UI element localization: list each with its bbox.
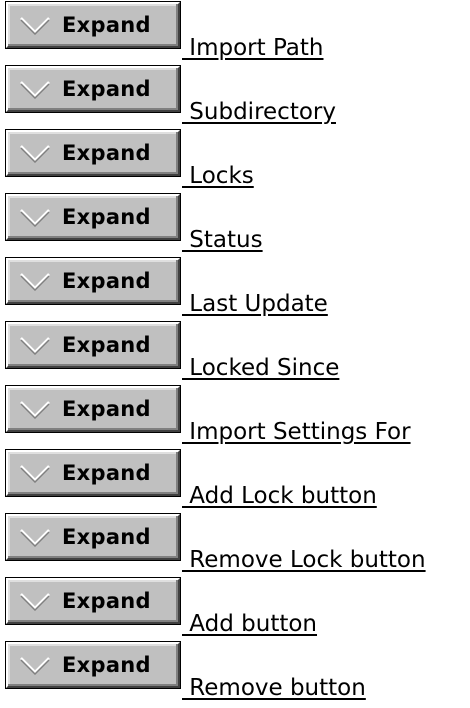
item-link[interactable]: Add button bbox=[182, 611, 317, 637]
chevron-down-icon bbox=[20, 209, 50, 227]
expand-button-label: Expand bbox=[62, 525, 151, 549]
expand-button[interactable]: Expand bbox=[5, 321, 181, 369]
item-link[interactable]: Subdirectory bbox=[182, 99, 336, 125]
list-item: Expand Subdirectory bbox=[5, 65, 468, 130]
chevron-down-icon bbox=[20, 401, 50, 419]
item-link[interactable]: Remove Lock button bbox=[182, 547, 425, 573]
expand-button-label: Expand bbox=[62, 397, 151, 421]
chevron-down-icon bbox=[20, 81, 50, 99]
item-link[interactable]: Remove button bbox=[182, 675, 366, 701]
list-item: Expand Last Update bbox=[5, 257, 468, 322]
chevron-down-icon bbox=[20, 529, 50, 547]
chevron-down-icon bbox=[20, 17, 50, 35]
item-link[interactable]: Status bbox=[182, 227, 262, 253]
list-item: Expand Locked Since bbox=[5, 321, 468, 386]
list-item: Expand Add Lock button bbox=[5, 449, 468, 514]
expand-button[interactable]: Expand bbox=[5, 129, 181, 177]
item-link[interactable]: Add Lock button bbox=[182, 483, 376, 509]
expand-button[interactable]: Expand bbox=[5, 385, 181, 433]
chevron-down-icon bbox=[20, 465, 50, 483]
chevron-down-icon bbox=[20, 145, 50, 163]
item-link[interactable]: Locked Since bbox=[182, 355, 339, 381]
expand-button-label: Expand bbox=[62, 653, 151, 677]
list-item: Expand Remove button bbox=[5, 641, 468, 706]
expand-button-label: Expand bbox=[62, 77, 151, 101]
expand-button-label: Expand bbox=[62, 333, 151, 357]
expand-button[interactable]: Expand bbox=[5, 193, 181, 241]
item-link[interactable]: Last Update bbox=[182, 291, 328, 317]
expand-button-label: Expand bbox=[62, 13, 151, 37]
expand-button-label: Expand bbox=[62, 589, 151, 613]
expand-button[interactable]: Expand bbox=[5, 449, 181, 497]
expand-button[interactable]: Expand bbox=[5, 577, 181, 625]
expand-button[interactable]: Expand bbox=[5, 641, 181, 689]
item-link[interactable]: Import Path bbox=[182, 35, 323, 61]
chevron-down-icon bbox=[20, 337, 50, 355]
expand-button[interactable]: Expand bbox=[5, 257, 181, 305]
expand-button[interactable]: Expand bbox=[5, 1, 181, 49]
expand-button[interactable]: Expand bbox=[5, 513, 181, 561]
expand-button-label: Expand bbox=[62, 269, 151, 293]
chevron-down-icon bbox=[20, 593, 50, 611]
list-item: Expand Import Settings For bbox=[5, 385, 468, 450]
chevron-down-icon bbox=[20, 273, 50, 291]
expand-button-label: Expand bbox=[62, 205, 151, 229]
expand-button-label: Expand bbox=[62, 141, 151, 165]
list-item: Expand Locks bbox=[5, 129, 468, 194]
list-item: Expand Status bbox=[5, 193, 468, 258]
chevron-down-icon bbox=[20, 657, 50, 675]
list-item: Expand Import Path bbox=[5, 1, 468, 66]
expand-button-label: Expand bbox=[62, 461, 151, 485]
item-link[interactable]: Locks bbox=[182, 163, 253, 189]
list-item: Expand Remove Lock button bbox=[5, 513, 468, 578]
item-link[interactable]: Import Settings For bbox=[182, 419, 410, 445]
expand-list: Expand Import Path Expand Subdirectory E… bbox=[5, 1, 468, 706]
list-item: Expand Add button bbox=[5, 577, 468, 642]
expand-button[interactable]: Expand bbox=[5, 65, 181, 113]
